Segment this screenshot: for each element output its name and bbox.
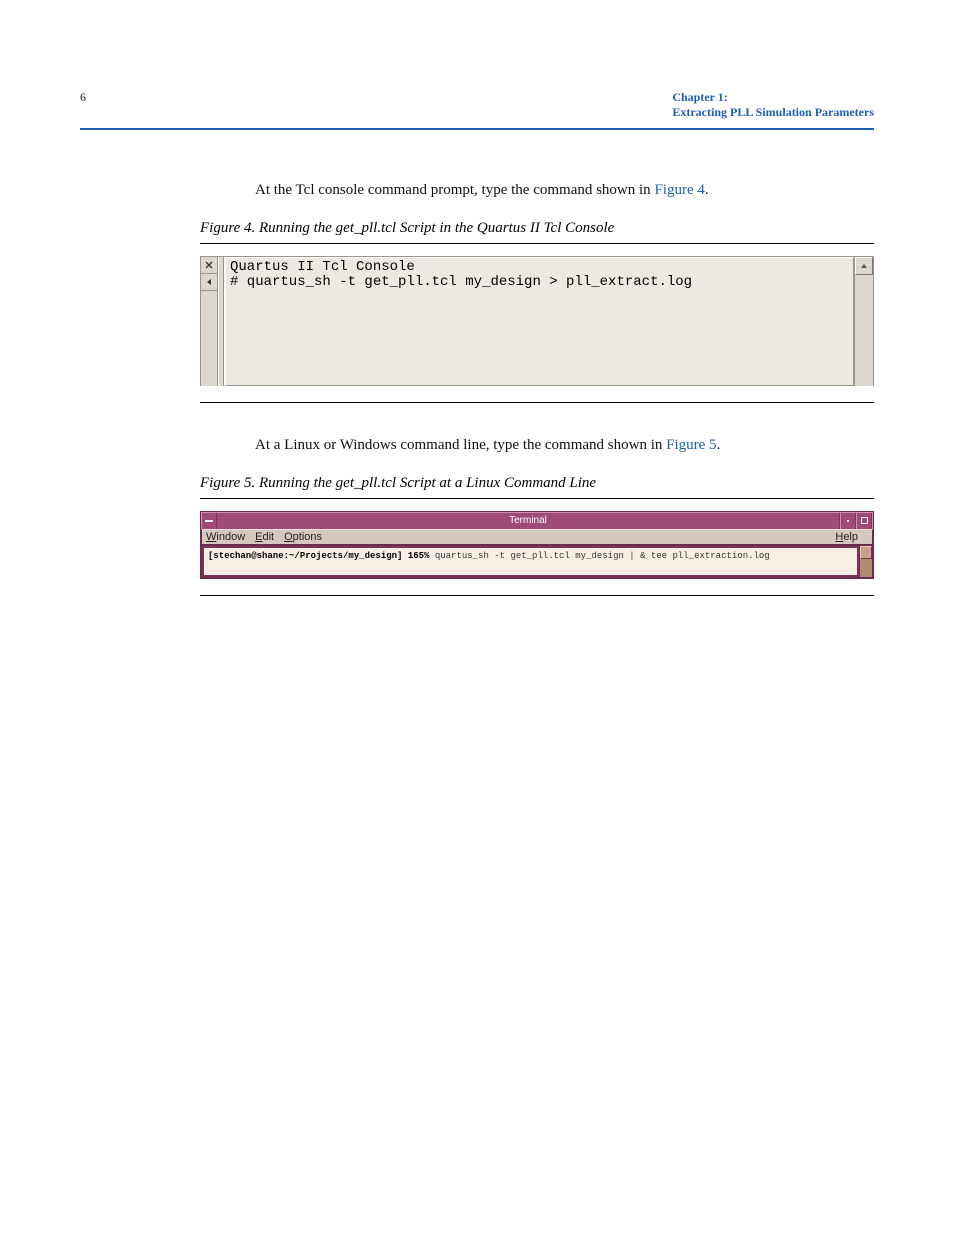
page-header: 6 Chapter 1: Extracting PLL Simulation P…	[80, 90, 874, 130]
page-number: 6	[80, 90, 86, 120]
terminal-titlebar: Terminal	[201, 512, 873, 529]
tcl-console-text[interactable]: Quartus II Tcl Console # quartus_sh -t g…	[225, 257, 854, 386]
menu-options[interactable]: Options	[284, 531, 322, 543]
menu-help[interactable]: Help	[835, 531, 858, 543]
menu-edit[interactable]: Edit	[255, 531, 274, 543]
figure4-link[interactable]: Figure 4	[654, 182, 704, 198]
collapse-icon[interactable]	[201, 274, 217, 291]
close-icon[interactable]	[201, 257, 217, 274]
menu-window[interactable]: Window	[206, 531, 245, 543]
paragraph-2: At a Linux or Windows command line, type…	[255, 435, 874, 457]
scroll-up-icon[interactable]	[855, 257, 873, 275]
window-menu-icon[interactable]	[202, 513, 217, 529]
terminal-title: Terminal	[217, 513, 840, 529]
scrollbar[interactable]	[854, 257, 873, 386]
console-left-gutter	[201, 257, 218, 386]
figure5-terminal: Terminal Window Edit Options Help [stech…	[200, 511, 874, 579]
chapter-title: Chapter 1: Extracting PLL Simulation Par…	[672, 90, 874, 120]
minimize-icon[interactable]	[840, 513, 856, 529]
scroll-up-icon[interactable]	[860, 546, 872, 559]
figure5-link[interactable]: Figure 5	[666, 437, 716, 453]
figure5-caption: Figure 5. Running the get_pll.tcl Script…	[200, 475, 874, 492]
terminal-text[interactable]: [stechan@shane:~/Projects/my_design] 165…	[202, 546, 859, 577]
figure4-console: Quartus II Tcl Console # quartus_sh -t g…	[200, 256, 874, 386]
maximize-icon[interactable]	[856, 513, 872, 529]
terminal-menubar: Window Edit Options Help	[201, 529, 873, 545]
paragraph-1: At the Tcl console command prompt, type …	[255, 180, 874, 202]
terminal-scrollbar[interactable]	[859, 546, 872, 577]
figure4-caption: Figure 4. Running the get_pll.tcl Script…	[200, 220, 874, 237]
